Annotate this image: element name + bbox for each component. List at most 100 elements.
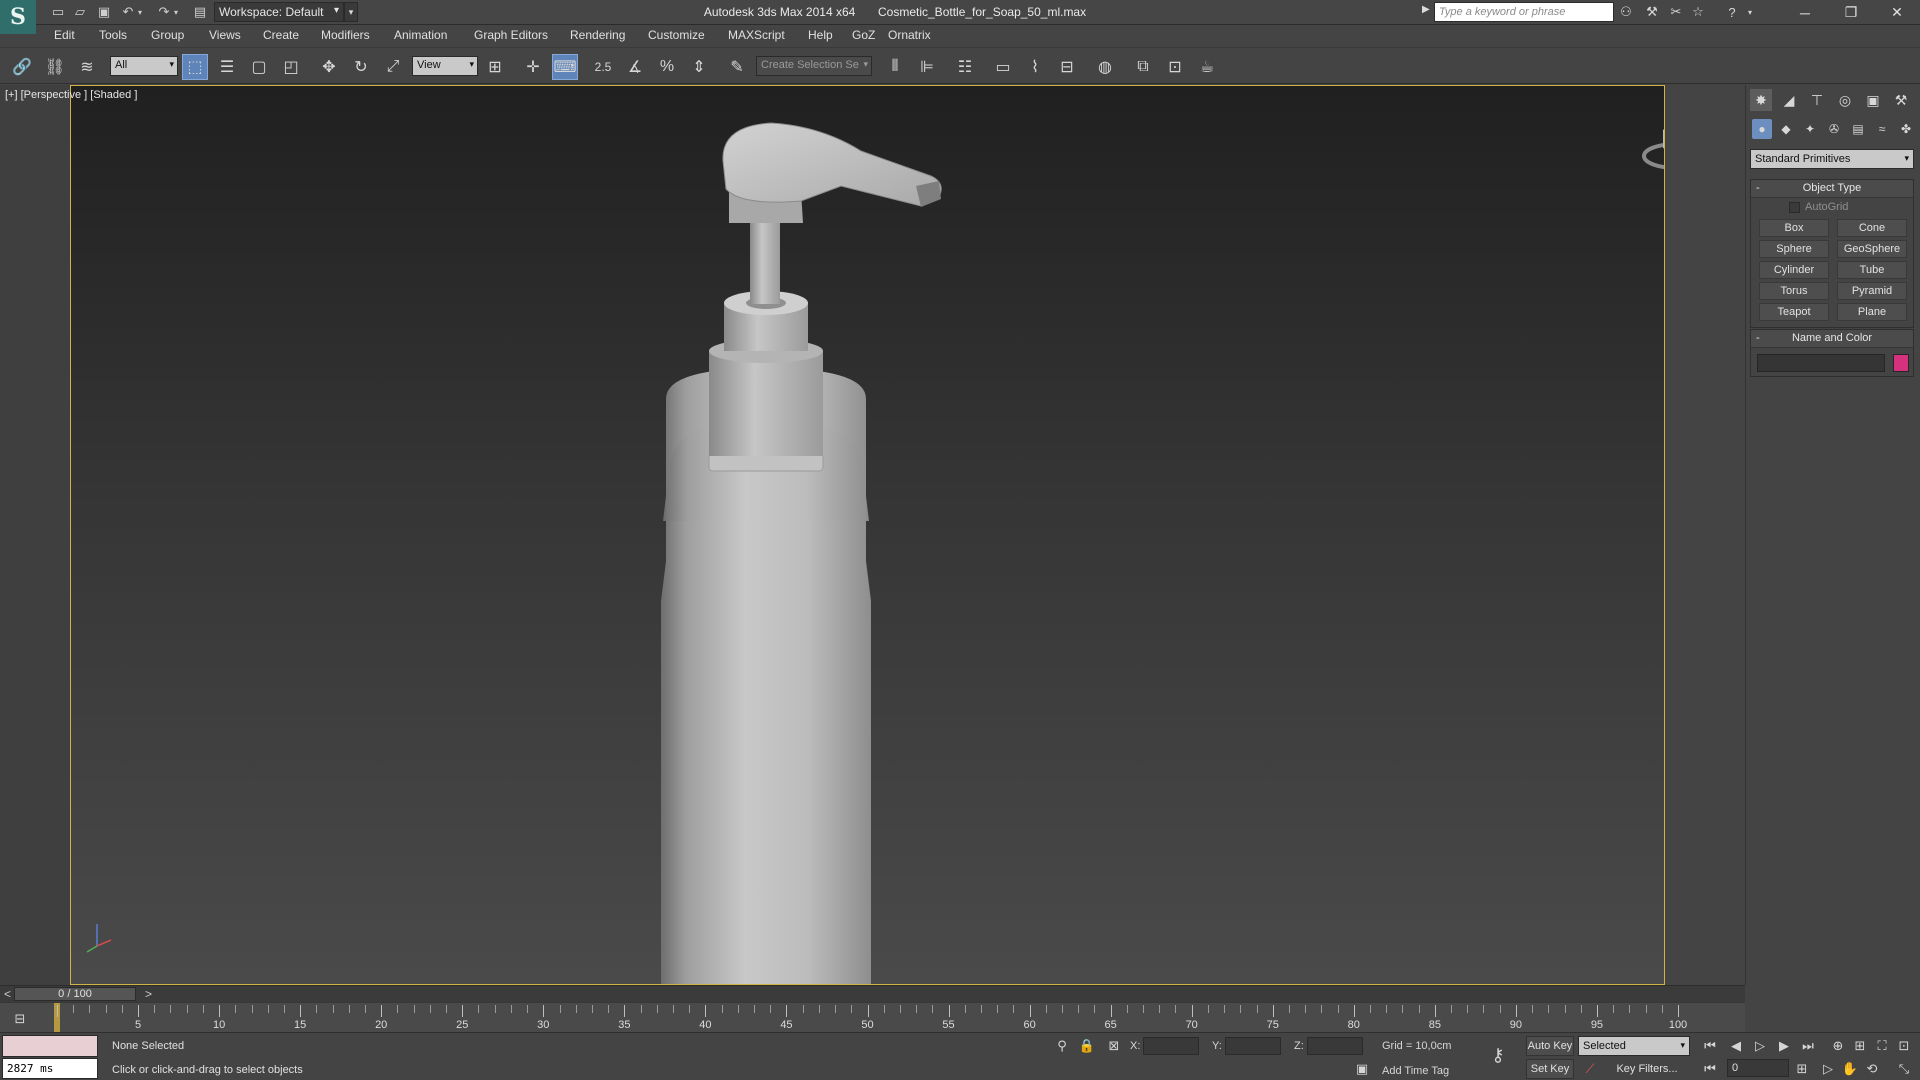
search-expand-icon[interactable]: ▶ (1422, 4, 1430, 15)
torus-button[interactable]: Torus (1759, 282, 1829, 300)
select-and-rotate-icon[interactable]: ↻ (348, 54, 374, 80)
key-mode-dropdown[interactable]: Selected ▾ (1578, 1036, 1690, 1056)
unlink-icon[interactable]: ⛓ (42, 54, 68, 80)
schematic-view-icon[interactable]: ⊟ (1054, 54, 1080, 80)
window-crossing-icon[interactable]: ◰ (278, 54, 304, 80)
restore-button[interactable]: ❐ (1828, 0, 1874, 25)
menu-views[interactable]: Views (209, 28, 241, 42)
reference-coordinate-dropdown[interactable]: View ▾ (412, 56, 478, 76)
menu-animation[interactable]: Animation (394, 28, 447, 42)
subscription-icon[interactable]: ⚒ (1642, 3, 1662, 21)
plane-button[interactable]: Plane (1837, 303, 1907, 321)
y-coordinate-field[interactable] (1225, 1037, 1281, 1055)
systems-icon[interactable]: ✤ (1896, 119, 1916, 139)
object-color-swatch[interactable] (1893, 354, 1909, 372)
cylinder-button[interactable]: Cylinder (1759, 261, 1829, 279)
hierarchy-tab-icon[interactable]: ⊤ (1806, 89, 1828, 111)
curve-editor-icon[interactable]: ⌇ (1022, 54, 1048, 80)
viewcube[interactable] (1641, 116, 1665, 172)
pivot-center-icon[interactable]: ⊞ (482, 54, 508, 80)
mini-curve-editor-icon[interactable]: ⊟ (10, 1009, 30, 1029)
bind-space-warp-icon[interactable]: ≋ (74, 54, 100, 80)
render-production-icon[interactable]: ☕ (1194, 54, 1220, 80)
isolate-selection-icon[interactable]: ⚲ (1052, 1036, 1072, 1056)
autogrid-option[interactable]: AutoGrid (1751, 198, 1913, 216)
menu-ornatrix[interactable]: Ornatrix (888, 28, 931, 42)
shapes-icon[interactable]: ◆ (1776, 119, 1796, 139)
percent-snap-icon[interactable]: % (654, 54, 680, 80)
object-name-input[interactable] (1757, 354, 1885, 372)
menu-help[interactable]: Help (808, 28, 833, 42)
menu-modifiers[interactable]: Modifiers (321, 28, 370, 42)
select-and-manipulate-icon[interactable]: ✛ (520, 54, 546, 80)
track-bar[interactable]: 5 10 15 20 25 30 35 40 45 50 55 60 65 70 75 80 85 90 95 100 (0, 1002, 1745, 1033)
key-mode-toggle-icon[interactable]: ⏮ (1700, 1059, 1720, 1079)
communication-center-icon[interactable]: ✂ (1666, 3, 1686, 21)
menu-maxscript[interactable]: MAXScript (728, 28, 785, 42)
name-and-color-header[interactable]: - Name and Color (1751, 330, 1913, 348)
graphite-ribbon-icon[interactable]: ▭ (990, 54, 1016, 80)
orbit-icon[interactable]: ⟲ (1862, 1059, 1882, 1079)
auto-key-button[interactable]: Auto Key (1526, 1036, 1574, 1056)
autogrid-checkbox[interactable] (1789, 202, 1800, 213)
sphere-button[interactable]: Sphere (1759, 240, 1829, 258)
select-and-scale-icon[interactable]: ⤢ (380, 54, 406, 80)
select-by-name-icon[interactable]: ☰ (214, 54, 240, 80)
mirror-icon[interactable]: ⫴ (882, 54, 908, 80)
zoom-extents-icon[interactable]: ⛶ (1872, 1036, 1892, 1056)
perspective-viewport[interactable] (70, 85, 1665, 985)
geometry-icon[interactable]: ● (1752, 119, 1772, 139)
time-slider-thumb[interactable]: 0 / 100 (14, 987, 136, 1001)
zoom-extents-all-icon[interactable]: ⊡ (1894, 1036, 1914, 1056)
menu-rendering[interactable]: Rendering (570, 28, 625, 42)
binoculars-icon[interactable]: ⚇ (1616, 3, 1636, 21)
named-selection-sets-dropdown[interactable]: Create Selection Se ▾ (756, 56, 872, 76)
maxscript-output[interactable]: 2827 ms (2, 1058, 98, 1079)
zoom-icon[interactable]: ⊕ (1828, 1036, 1848, 1056)
time-slider[interactable]: < 0 / 100 > (0, 985, 1745, 1002)
lights-icon[interactable]: ✦ (1800, 119, 1820, 139)
key-filters-button[interactable]: Key Filters... (1604, 1059, 1690, 1079)
next-frame-arrow[interactable]: > (145, 987, 152, 1001)
close-button[interactable]: ✕ (1874, 0, 1920, 25)
display-tab-icon[interactable]: ▣ (1862, 89, 1884, 111)
menu-goz[interactable]: GoZ (852, 28, 875, 42)
minimize-button[interactable]: ─ (1782, 0, 1828, 25)
z-coordinate-field[interactable] (1307, 1037, 1363, 1055)
align-icon[interactable]: ⊫ (914, 54, 940, 80)
geosphere-button[interactable]: GeoSphere (1837, 240, 1907, 258)
maxscript-listener-input[interactable] (2, 1035, 98, 1057)
current-frame-field[interactable]: 0 (1727, 1059, 1789, 1077)
absolute-mode-icon[interactable]: ⊠ (1104, 1036, 1124, 1056)
create-tab-icon[interactable]: ✸ (1750, 89, 1772, 111)
previous-frame-icon[interactable]: ◀ (1726, 1036, 1746, 1056)
menu-customize[interactable]: Customize (648, 28, 705, 42)
snaps-toggle-icon[interactable]: 2.5 (590, 54, 616, 80)
pan-view-icon[interactable]: ✋ (1840, 1059, 1860, 1079)
cameras-icon[interactable]: ✇ (1824, 119, 1844, 139)
keyboard-shortcut-override-icon[interactable]: ⌨ (552, 54, 578, 80)
default-tangents-icon[interactable]: ⟋ (1580, 1059, 1600, 1079)
menu-group[interactable]: Group (151, 28, 184, 42)
selection-filter-dropdown[interactable]: All ▾ (110, 56, 178, 76)
add-time-tag[interactable]: Add Time Tag (1382, 1065, 1449, 1077)
maximize-viewport-icon[interactable]: ⤡ (1894, 1059, 1914, 1079)
menu-tools[interactable]: Tools (99, 28, 127, 42)
layer-manager-icon[interactable]: ☷ (952, 54, 978, 80)
rectangular-selection-icon[interactable]: ▢ (246, 54, 272, 80)
set-key-button[interactable]: Set Key (1526, 1059, 1574, 1079)
time-tag-icon[interactable]: ▣ (1352, 1059, 1372, 1079)
set-key-mode-icon[interactable]: ⚷ (1488, 1045, 1508, 1065)
x-coordinate-field[interactable] (1143, 1037, 1199, 1055)
spinner-snap-icon[interactable]: ⇕ (686, 54, 712, 80)
motion-tab-icon[interactable]: ◎ (1834, 89, 1856, 111)
box-button[interactable]: Box (1759, 219, 1829, 237)
edit-named-selection-icon[interactable]: ✎ (724, 54, 750, 80)
viewport-label[interactable]: [+] [Perspective ] [Shaded ] (5, 89, 137, 101)
render-setup-icon[interactable]: ⧉ (1130, 54, 1156, 80)
time-configuration-icon[interactable]: ⊞ (1792, 1059, 1812, 1079)
selection-lock-icon[interactable]: 🔒 (1077, 1036, 1097, 1056)
helpers-icon[interactable]: ▤ (1848, 119, 1868, 139)
search-input[interactable]: Type a keyword or phrase (1434, 2, 1614, 22)
next-frame-icon[interactable]: ▶ (1774, 1036, 1794, 1056)
